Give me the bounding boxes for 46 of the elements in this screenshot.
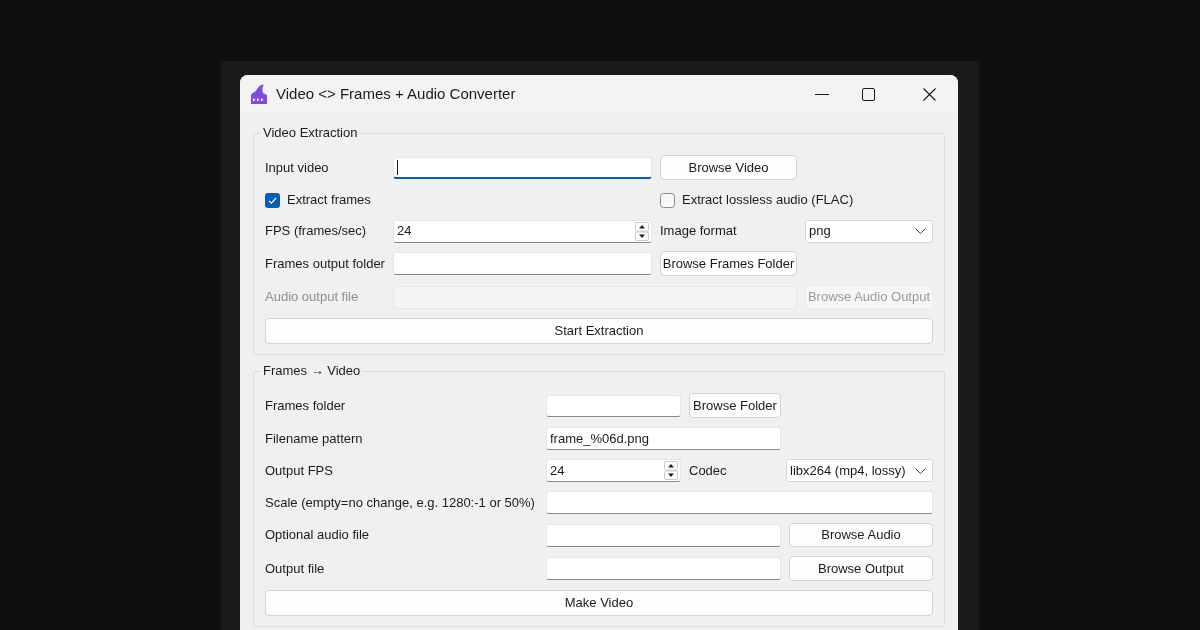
dropdown[interactable]: libx264 (mp4, lossy) [786,459,933,482]
hat-icon [249,84,269,104]
checkbox[interactable] [660,192,675,208]
make-video-button[interactable]: Make Video [265,590,933,616]
group-title: Video Extraction [262,125,359,141]
chevron-down-icon [915,228,926,234]
field-label: Output file [265,560,326,577]
browse-button[interactable]: Browse Audio [789,523,933,547]
checkbox[interactable] [265,192,280,208]
text-field[interactable] [393,156,652,179]
field-label: Image format [660,223,738,239]
maximize-icon [862,87,875,101]
spin-box[interactable]: 24 [546,459,681,482]
text-field[interactable] [546,491,933,514]
chevron-down-icon [915,467,926,474]
field-label: Optional audio file [265,527,371,543]
field-label: Output FPS [265,462,334,479]
field-label: Frames output folder [265,255,385,272]
field-label: Filename pattern [265,430,364,447]
group-title: Frames → Video [262,363,362,379]
close-icon [922,87,936,101]
field-label: FPS (frames/sec) [265,223,368,239]
field-label: Codec [689,462,728,479]
field-label: Audio output file [265,289,360,305]
spin-box[interactable]: 24 [393,219,652,243]
browse-button[interactable]: Browse Folder [689,393,781,418]
browse-button[interactable]: Browse Frames Folder [660,251,797,276]
checkbox-label: Extract frames [287,192,371,208]
field-label: Input video [265,159,330,176]
field-label: Frames folder [265,397,347,414]
text-field[interactable] [546,394,681,417]
spin-arrows-icon[interactable] [635,221,649,241]
text-cursor-icon [397,159,398,175]
spin-arrows-icon[interactable] [664,461,678,480]
start-extraction-button[interactable]: Start Extraction [265,318,933,344]
text-field[interactable] [393,252,652,275]
minimize-icon [814,93,829,95]
text-field[interactable] [546,523,781,547]
text-field[interactable] [546,557,781,580]
browse-button[interactable]: Browse Video [660,155,797,180]
field-label: Scale (empty=no change, e.g. 1280:-1 or 50%) [265,494,536,511]
window-title: Video <> Frames + Audio Converter [276,83,516,104]
text-field[interactable]: frame_%06d.png [546,427,781,450]
browse-button[interactable]: Browse Output [789,556,933,581]
checkbox-label: Extract lossless audio (FLAC) [682,192,854,208]
dropdown[interactable]: png [805,219,933,243]
